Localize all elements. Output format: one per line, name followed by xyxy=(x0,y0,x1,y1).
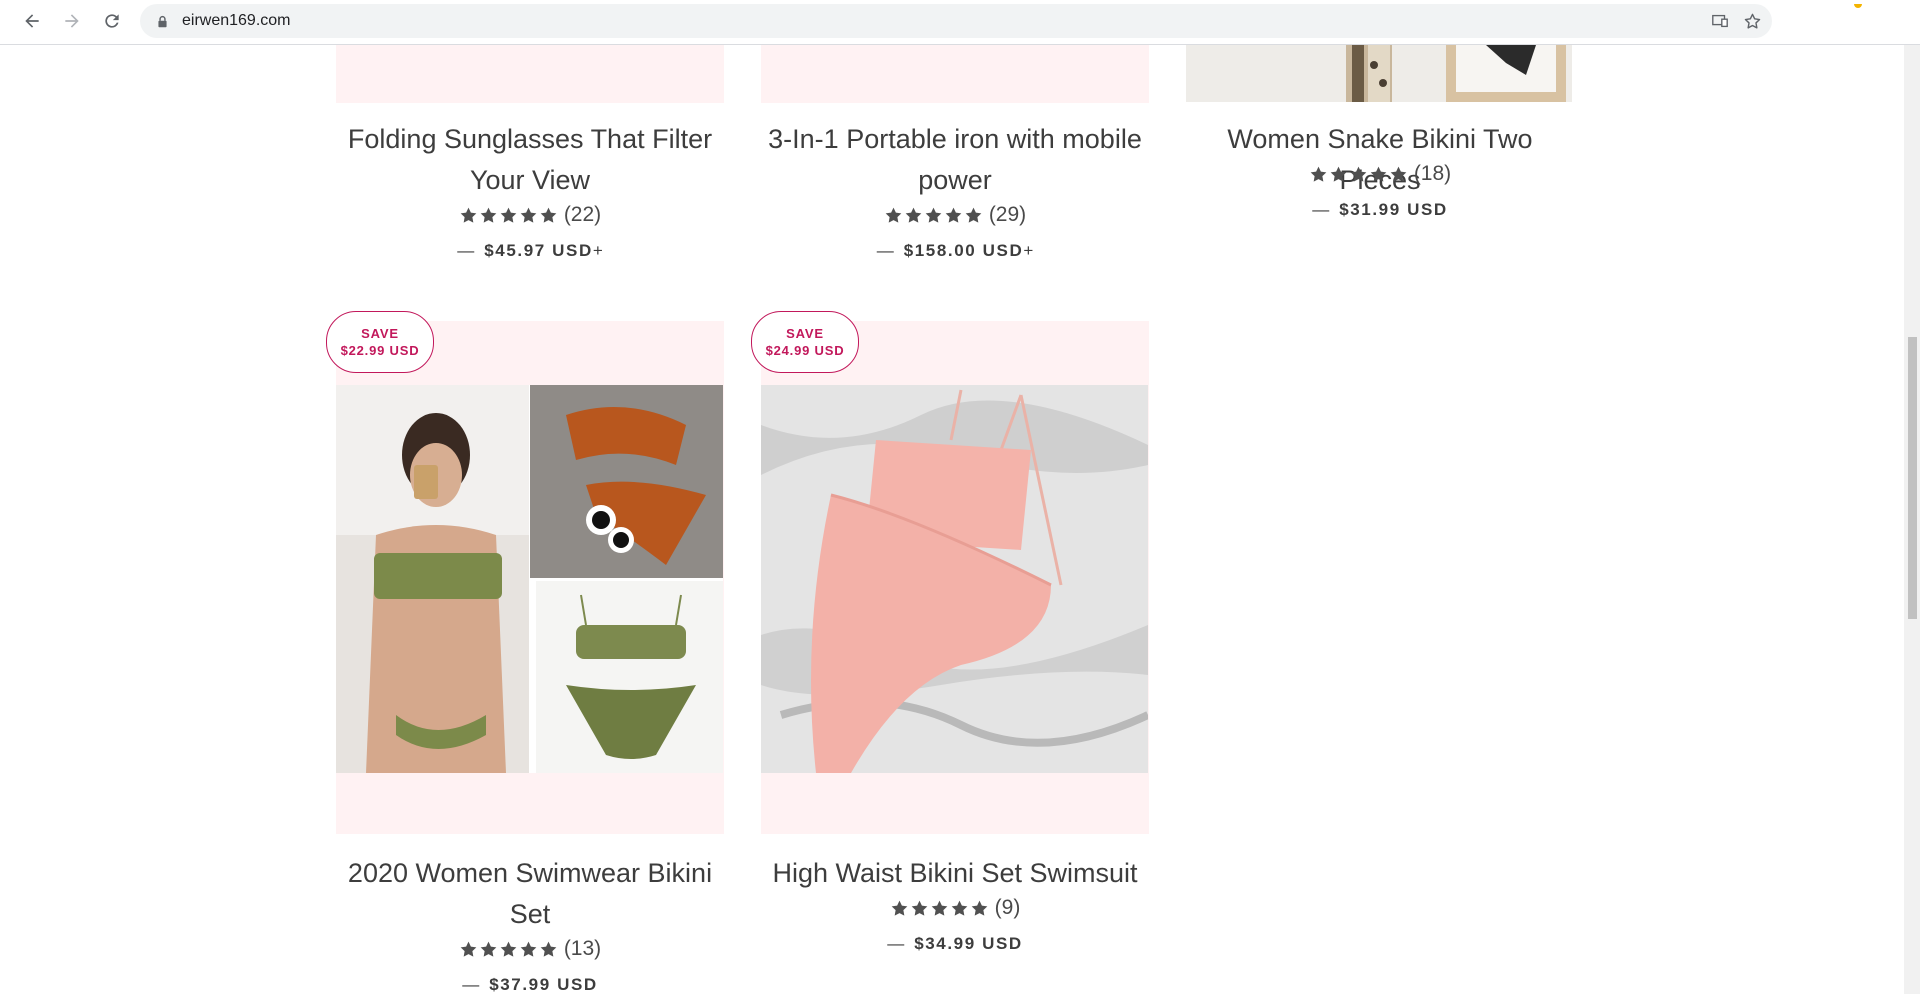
star-icon xyxy=(1330,166,1347,182)
cast-icon[interactable] xyxy=(1710,11,1730,31)
star-icon xyxy=(460,941,477,957)
rating-count: (9) xyxy=(994,896,1021,919)
product-price: — $37.99 USD xyxy=(462,975,598,994)
star-icon xyxy=(1310,166,1327,182)
back-button[interactable] xyxy=(17,6,47,36)
product-image-area[interactable] xyxy=(336,45,724,103)
star-icon xyxy=(891,900,907,916)
star-rating-icons xyxy=(1309,165,1408,184)
scrollbar-thumb[interactable] xyxy=(1908,337,1917,619)
star-icon xyxy=(500,941,517,957)
product-image-area[interactable] xyxy=(761,321,1149,834)
bookmark-star-icon[interactable] xyxy=(1742,11,1762,31)
save-badge: SAVE $24.99 USD xyxy=(751,311,859,373)
product-image-area[interactable] xyxy=(761,45,1149,103)
product-price: — $158.00 USD+ xyxy=(876,241,1034,260)
product-rating: (22) xyxy=(336,203,724,227)
page-scrollbar[interactable] xyxy=(1904,45,1920,994)
product-price: — $31.99 USD xyxy=(1312,200,1448,219)
star-icon xyxy=(951,900,967,916)
reload-icon xyxy=(105,14,119,28)
star-icon xyxy=(945,207,962,223)
star-icon xyxy=(480,207,497,223)
forward-button[interactable] xyxy=(57,6,87,36)
product-image[interactable] xyxy=(1186,45,1572,102)
rating-count: (22) xyxy=(563,203,602,226)
product-title[interactable]: 3-In-1 Portable iron with mobile power xyxy=(761,119,1149,201)
product-title[interactable]: Folding Sunglasses That Filter Your View xyxy=(336,119,724,201)
green-bikini-photo xyxy=(336,385,723,773)
star-icon xyxy=(540,941,557,957)
product-title[interactable]: Women Snake Bikini Two Pieces xyxy=(1186,119,1574,201)
rating-count: (18) xyxy=(1413,162,1452,185)
star-icon xyxy=(1390,166,1407,182)
browser-toolbar: eirwen169.com xyxy=(0,0,1920,45)
star-icon xyxy=(911,900,927,916)
product-rating: (13) xyxy=(336,937,724,961)
rating-count: (29) xyxy=(988,203,1027,226)
star-icon xyxy=(1350,166,1367,182)
star-icon xyxy=(480,941,497,957)
star-icon xyxy=(500,207,517,223)
arrow-right-icon xyxy=(65,14,79,28)
star-icon xyxy=(965,207,982,223)
url-text[interactable]: eirwen169.com xyxy=(182,4,291,38)
arrow-left-icon xyxy=(25,14,39,28)
page-content: Folding Sunglasses That Filter Your View… xyxy=(0,45,1904,994)
product-title[interactable]: High Waist Bikini Set Swimsuit xyxy=(761,853,1149,894)
address-bar[interactable]: eirwen169.com xyxy=(140,4,1772,38)
product-image-area[interactable] xyxy=(336,321,724,834)
star-icon xyxy=(520,941,537,957)
star-icon xyxy=(540,207,557,223)
star-icon xyxy=(460,207,477,223)
star-icon xyxy=(520,207,537,223)
star-rating-icons xyxy=(459,206,558,225)
product-price: — $34.99 USD xyxy=(887,934,1023,953)
save-badge: SAVE $22.99 USD xyxy=(326,311,434,373)
star-icon xyxy=(1370,166,1387,182)
star-icon xyxy=(925,207,942,223)
reload-button[interactable] xyxy=(97,6,127,36)
star-icon xyxy=(885,207,902,223)
star-icon xyxy=(931,900,947,916)
extension-indicator xyxy=(1854,4,1862,8)
product-price: — $45.97 USD+ xyxy=(457,241,603,260)
star-rating-icons xyxy=(890,899,989,918)
star-rating-icons xyxy=(884,206,983,225)
star-icon xyxy=(905,207,922,223)
rating-count: (13) xyxy=(563,937,602,960)
product-rating: (18) xyxy=(1186,162,1574,186)
product-rating: (29) xyxy=(761,203,1149,227)
snake-bikini-photo xyxy=(1186,45,1572,102)
star-icon xyxy=(971,900,987,916)
pink-bikini-photo xyxy=(761,385,1148,773)
product-rating: (9) xyxy=(761,896,1149,920)
lock-icon[interactable] xyxy=(154,13,170,29)
product-title[interactable]: 2020 Women Swimwear Bikini Set xyxy=(336,853,724,935)
star-rating-icons xyxy=(459,940,558,959)
